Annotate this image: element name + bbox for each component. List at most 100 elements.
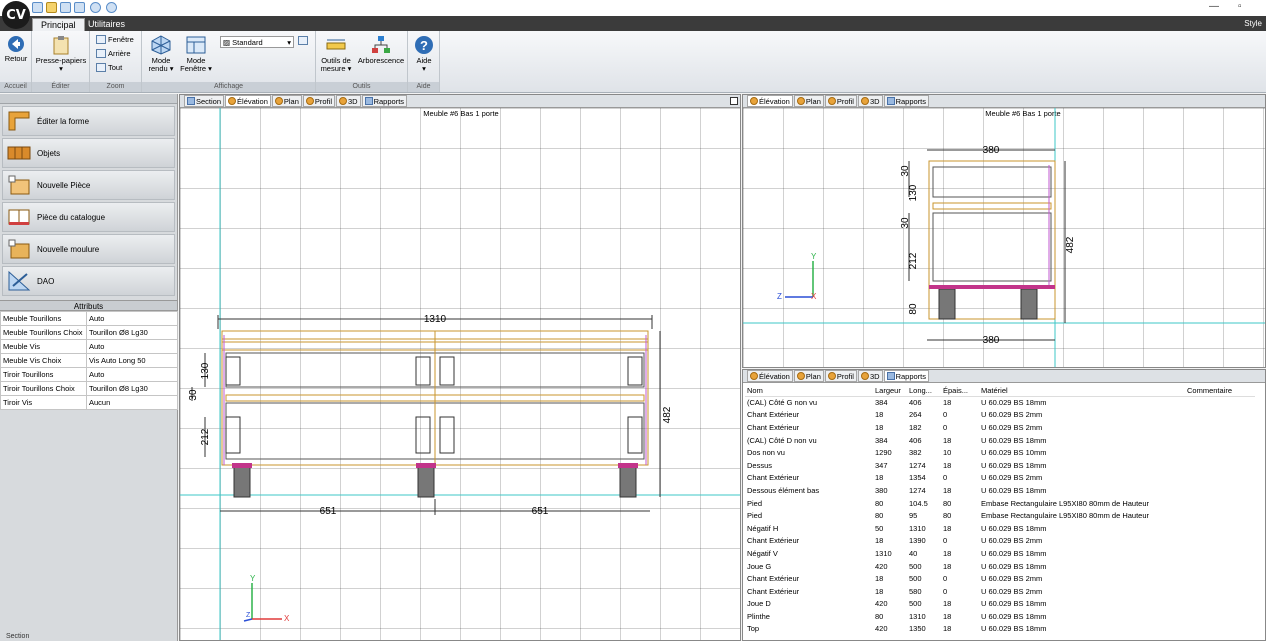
measure-ruler-icon <box>326 39 346 50</box>
zoom-tout-button[interactable]: Tout <box>96 63 122 72</box>
table-row[interactable]: Meuble Vis Auto <box>0 339 178 354</box>
axis-gizmo: Y X Z <box>243 574 290 623</box>
dim-130: 130 <box>908 184 919 201</box>
nav-nouvelle-moulure[interactable]: Nouvelle moulure <box>2 234 175 264</box>
maximize-button[interactable]: ▫ <box>1238 1 1242 12</box>
zoom-all-icon <box>96 63 106 72</box>
tab-elevation[interactable]: Élévation <box>747 370 793 382</box>
open-folder-icon[interactable] <box>46 2 57 13</box>
table-row[interactable]: Chant Extérieur 18 182 0 U 60.029 BS 2mm <box>745 421 1255 434</box>
tab-profil[interactable]: Profil <box>824 370 857 382</box>
column-header-materiel[interactable]: Matériel <box>979 385 1185 397</box>
table-row[interactable]: Chant Extérieur 18 264 0 U 60.029 BS 2mm <box>745 409 1255 422</box>
new-file-icon[interactable] <box>32 2 43 13</box>
zoom-back-icon <box>96 49 106 58</box>
tab-principal[interactable]: Principal <box>32 18 85 31</box>
column-header-commentaire[interactable]: Commentaire <box>1185 385 1255 397</box>
table-row[interactable]: Meuble Tourillons Choix Tourillon Ø8 Lg30 <box>0 325 178 340</box>
dim-482: 482 <box>1065 236 1076 253</box>
nav-objets[interactable]: Objets <box>2 138 175 168</box>
dim-130: 130 <box>200 362 211 379</box>
dim-width: 1310 <box>424 314 447 325</box>
nav-piece-catalogue[interactable]: Pièce du catalogue <box>2 202 175 232</box>
save-icon[interactable] <box>60 2 71 13</box>
column-header-largeur[interactable]: Largeur <box>873 385 907 397</box>
table-row[interactable]: Dessous élément bas 380 1274 18 U 60.029 BS … <box>745 484 1255 497</box>
column-header-longueur[interactable]: Long... <box>907 385 941 397</box>
table-row[interactable]: Tiroir Tourillons Choix Tourillon Ø8 Lg30 <box>0 381 178 396</box>
title-bar: CV — ▫ <box>0 0 1266 29</box>
attributes-header: Attributs <box>0 300 177 311</box>
table-row[interactable]: Négatif H 50 1310 18 U 60.029 BS 18mm <box>745 522 1255 535</box>
table-row[interactable]: Tiroir Vis Aucun <box>0 395 178 410</box>
outils-mesure-button[interactable]: Outils de mesure ▾ <box>318 35 354 73</box>
edit-shape-icon <box>8 111 30 131</box>
table-row[interactable]: Dessus 347 1274 18 U 60.029 BS 18mm <box>745 459 1255 472</box>
report-pane[interactable]: Élévation Plan Profil 3D Rapports Nom La… <box>742 369 1266 641</box>
svg-text:?: ? <box>420 38 428 53</box>
side-view-pane[interactable]: Élévation Plan Profil 3D Rapports Meuble… <box>742 94 1266 368</box>
nav-editer-forme[interactable]: Éditer la forme <box>2 106 175 136</box>
redo-icon[interactable] <box>106 2 117 13</box>
nav-nouvelle-piece[interactable]: Nouvelle Pièce <box>2 170 175 200</box>
plan-icon <box>796 372 805 380</box>
mode-rendu-button[interactable]: Mode rendu ▾ <box>146 35 176 73</box>
arborescence-button[interactable]: Arborescence <box>356 35 406 65</box>
minimize-button[interactable]: — <box>1209 1 1219 12</box>
svg-text:Z: Z <box>777 292 782 301</box>
dim-left-half: 651 <box>320 506 337 517</box>
svg-text:Z: Z <box>246 612 251 619</box>
table-row[interactable]: Chant Extérieur 18 1354 0 U 60.029 BS 2mm <box>745 472 1255 485</box>
print-icon[interactable] <box>74 2 85 13</box>
tab-3d[interactable]: 3D <box>857 370 883 382</box>
zoom-arriere-button[interactable]: Arrière <box>96 49 131 58</box>
table-row[interactable]: Top 420 1350 18 U 60.029 BS 18mm <box>745 623 1255 636</box>
table-row[interactable]: Meuble Tourillons Auto <box>0 311 178 326</box>
table-row[interactable]: (CAL) Côté G non vu 384 406 18 U 60.029 BS 1… <box>745 396 1255 409</box>
tab-rapports[interactable]: Rapports <box>883 370 929 382</box>
aide-button[interactable]: ? Aide ▾ <box>410 35 438 73</box>
main-view-pane[interactable]: Section Élévation Plan Profil 3D Rapport… <box>179 94 741 641</box>
tab-utilitaires[interactable]: Utilitaires <box>80 18 133 31</box>
left-panel-header <box>0 94 177 104</box>
retour-button[interactable]: Retour <box>2 35 30 63</box>
column-header-nom[interactable]: Nom <box>745 385 873 397</box>
cabinet-profile[interactable] <box>928 160 1056 320</box>
style-menu[interactable]: Style <box>1244 19 1262 28</box>
table-row[interactable]: Dos non vu 1290 382 10 U 60.029 BS 10mm <box>745 446 1255 459</box>
table-row[interactable]: Plinthe 80 1310 18 U 60.029 BS 18mm <box>745 610 1255 623</box>
tab-plan[interactable]: Plan <box>793 370 824 382</box>
dim-30a: 30 <box>900 165 911 177</box>
back-arrow-icon <box>8 36 24 52</box>
dim-bottom-380: 380 <box>983 335 1000 346</box>
presse-papiers-button[interactable]: Presse-papiers ▾ <box>34 35 88 73</box>
render-mode-select[interactable]: ▨ Standard ▾ <box>220 36 294 48</box>
cabinet-elevation[interactable] <box>221 330 649 498</box>
dim-80: 80 <box>908 303 919 315</box>
nav-dao[interactable]: DAO <box>2 266 175 296</box>
table-row[interactable]: Négatif V 1310 40 18 U 60.029 BS 18mm <box>745 547 1255 560</box>
table-row[interactable]: Joue D 420 500 18 U 60.029 BS 18mm <box>745 598 1255 611</box>
table-row[interactable]: Tiroir Tourillons Auto <box>0 367 178 382</box>
chevron-down-icon: ▾ <box>287 38 291 47</box>
parts-report-table: Nom Largeur Long... Épais... Matériel Co… <box>745 385 1255 635</box>
mode-fenetre-button[interactable]: Mode Fenêtre ▾ <box>178 35 214 73</box>
table-row[interactable]: Joue G 420 500 18 U 60.029 BS 18mm <box>745 560 1255 573</box>
table-row[interactable]: Pied 80 95 80 Embase Rectangulaire L95XI80 8… <box>745 509 1255 522</box>
undo-icon[interactable] <box>90 2 101 13</box>
table-row[interactable]: Chant Extérieur 18 1390 0 U 60.029 BS 2mm <box>745 535 1255 548</box>
zoom-fenetre-button[interactable]: Fenêtre <box>96 35 134 44</box>
table-row[interactable]: Pied 80 104.5 80 Embase Rectangulaire L95XI8… <box>745 497 1255 510</box>
svg-text:X: X <box>284 614 290 623</box>
render-settings-button[interactable] <box>298 36 308 45</box>
table-row[interactable]: Meuble Vis Choix Vis Auto Long 50 <box>0 353 178 368</box>
table-row[interactable]: (CAL) Côté D non vu 384 406 18 U 60.029 BS 1… <box>745 434 1255 447</box>
table-row[interactable]: Chant Extérieur 18 500 0 U 60.029 BS 2mm <box>745 572 1255 585</box>
table-row[interactable]: Chant Extérieur 18 580 0 U 60.029 BS 2mm <box>745 585 1255 598</box>
report-tabs: Élévation Plan Profil 3D Rapports <box>743 370 1265 383</box>
rapports-icon <box>886 372 895 380</box>
column-header-epaisseur[interactable]: Épais... <box>941 385 979 397</box>
elevation-icon <box>750 372 758 380</box>
app-logo[interactable]: CV <box>2 1 30 29</box>
clipboard-icon <box>53 36 69 55</box>
